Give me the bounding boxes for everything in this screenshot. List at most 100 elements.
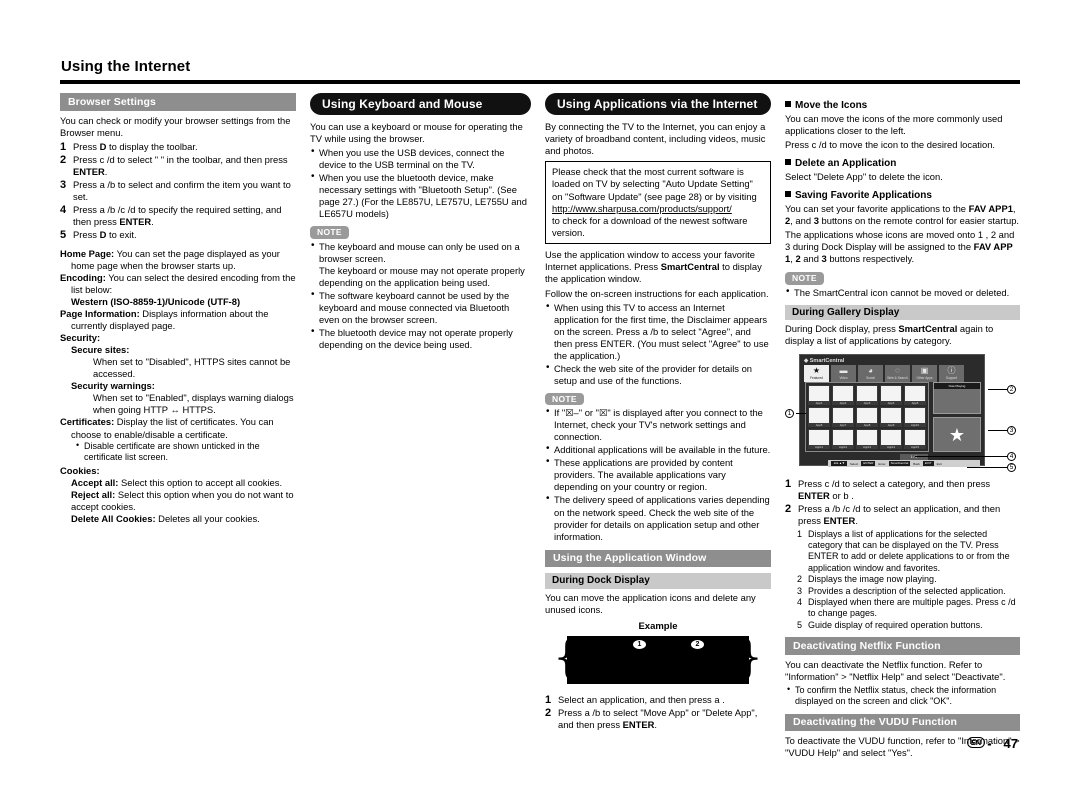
app-cell[interactable]: App8 <box>856 407 878 428</box>
substep-text: Provides a description of the selected a… <box>808 585 1006 596</box>
app-cell[interactable]: App11 <box>808 429 830 450</box>
info-icon: ⓘ <box>947 366 956 376</box>
app-cell[interactable]: App6 <box>808 407 830 428</box>
tab-featured[interactable]: ★ Featured <box>804 365 829 383</box>
app-thumbnail <box>857 386 877 402</box>
subheading-during-dock-display: During Dock Display <box>545 573 771 589</box>
app-thumbnail <box>833 430 853 446</box>
gallery-substep: 5 Guide display of required operation but… <box>797 620 1020 631</box>
substep-number: 2 <box>797 574 803 585</box>
tab-label: Support <box>945 376 958 381</box>
app-cell[interactable]: App5 <box>904 385 926 406</box>
step-text: Press a /b /c /d to select an applicatio… <box>798 503 1001 527</box>
figure-callout-1: 1 <box>785 408 794 419</box>
software-update-box: Please check that the most current softw… <box>545 161 771 245</box>
guide-label: Select <box>849 461 859 466</box>
saving-fav-body-2: The applications whose icons are moved o… <box>785 229 1015 265</box>
app-label: App12 <box>838 445 848 450</box>
tab-web-search[interactable]: ◌ Web & Search <box>885 365 910 383</box>
guide-label: Exit <box>936 461 942 466</box>
secure-sites-desc: When set to "Disabled", HTTPS sites cann… <box>93 356 291 380</box>
label-cookies: Cookies: <box>60 464 100 476</box>
substep-text: Displays a list of applications for the … <box>808 528 1010 573</box>
tab-support[interactable]: ⓘ Support <box>939 365 964 383</box>
app-thumbnail <box>857 408 877 424</box>
tab-video[interactable]: ▬ Video <box>831 365 856 383</box>
app-cell[interactable]: App9 <box>880 407 902 428</box>
step-item: 4 Press a /b /c /d to specify the requir… <box>60 204 296 228</box>
keyboard-bullet: When you use the USB devices, connect th… <box>310 146 531 171</box>
page-title: Using the Internet <box>61 58 191 75</box>
tab-label: Web & Search <box>887 376 908 381</box>
support-url[interactable]: http://www.sharpusa.com/products/support… <box>552 203 764 215</box>
step-number: 2 <box>545 707 552 720</box>
step-text: Press a /b to select and confirm the ite… <box>73 179 291 203</box>
tab-label: Social <box>866 376 875 381</box>
substep-number: 4 <box>797 597 803 608</box>
dock-step-item: 1 Select an application, and then press … <box>545 694 771 707</box>
column-2: Using Keyboard and Mouse You can use a k… <box>310 93 545 352</box>
app-thumbnail <box>905 386 925 402</box>
note-item: If "☒–" or "☒" is displayed after you co… <box>545 406 771 443</box>
manual-page: Using the Internet Browser Settings You … <box>0 0 1080 793</box>
app-cell[interactable]: App7 <box>832 407 854 428</box>
app-cell[interactable]: App2 <box>832 385 854 406</box>
app-cell[interactable]: App12 <box>832 429 854 450</box>
step-item: 5 Press D to exit. <box>60 229 296 242</box>
section-heading-deactivating-netflix: Deactivating Netflix Function <box>785 637 1020 655</box>
app-label: App15 <box>910 445 920 450</box>
browser-settings-intro: You can check or modify your browser set… <box>60 114 291 138</box>
step-number: 5 <box>60 229 67 242</box>
smartcentral-gallery-figure: ◆ SmartCentral ★ Featured ▬ Video ◕ Soci <box>785 352 1020 474</box>
app-cell[interactable]: App15 <box>904 429 926 450</box>
tab-label: Other Apps <box>916 376 933 381</box>
app-cell[interactable]: App4 <box>880 385 902 406</box>
tv-icon: ▬ <box>839 366 848 376</box>
app-thumbnail <box>881 408 901 424</box>
certificates-note: Disable certificate are shown unticked i… <box>74 440 296 464</box>
gallery-step-item: 1 Press c /d to select a category, and t… <box>785 478 1020 502</box>
note-item: These applications are provided by conte… <box>545 456 771 493</box>
tab-other-apps[interactable]: ▣ Other Apps <box>912 365 937 383</box>
app-cell[interactable]: App10 <box>904 407 926 428</box>
step-number: 2 <box>60 154 67 167</box>
substep-text: Guide display of required operation butt… <box>808 619 983 630</box>
app-cell[interactable]: App14 <box>880 429 902 450</box>
tab-label: Featured <box>810 376 823 381</box>
step-text: Press c /d to select a category, and the… <box>798 478 991 502</box>
app-label: App7 <box>839 423 847 428</box>
column-layout: Browser Settings You can check or modify… <box>60 93 1020 761</box>
app-thumbnail <box>857 430 877 446</box>
app-cell[interactable]: App13 <box>856 429 878 450</box>
tab-social[interactable]: ◕ Social <box>858 365 883 383</box>
section-heading-keyboard-mouse: Using Keyboard and Mouse <box>310 93 531 115</box>
operation-guide-bar: ◄►▲▼ Select ENTER Enter SmartCentral Back E… <box>828 460 980 468</box>
figure-callout-2: 2 <box>1007 384 1016 395</box>
now-playing-panel: Now Playing <box>933 382 981 415</box>
app-label: App8 <box>863 423 871 428</box>
app-label: App1 <box>815 401 823 406</box>
substep-number: 5 <box>797 619 803 630</box>
move-icons-body: You can move the icons of the more commo… <box>785 113 1003 137</box>
app-thumbnail <box>905 430 925 446</box>
section-heading-applications-internet: Using Applications via the Internet <box>545 93 771 115</box>
app-cell[interactable]: App3 <box>856 385 878 406</box>
smartcentral-screen: ◆ SmartCentral ★ Featured ▬ Video ◕ Soci <box>799 354 985 468</box>
step-number: 1 <box>545 693 552 706</box>
step-text: Press a /b /c /d to specify the required… <box>73 204 282 228</box>
social-icon: ◕ <box>868 366 873 376</box>
browser-settings-steps: 1 Press D to display the toolbar. 2 Pres… <box>60 141 296 242</box>
box-line-2: on "Software Update" (see page 28) or by… <box>552 190 757 202</box>
step-text: Press D to display the toolbar. <box>73 140 198 152</box>
page-footer: EN -47 <box>966 736 1018 751</box>
app-label: App9 <box>887 423 895 428</box>
term-encoding: Encoding: You can select the desired enc… <box>60 272 296 296</box>
step-number: 1 <box>60 140 67 153</box>
app-thumbnail <box>833 386 853 402</box>
dock-bar <box>567 635 749 684</box>
column-1: Browser Settings You can check or modify… <box>60 93 310 525</box>
substep-text: Displayed when there are multiple pages.… <box>808 597 1016 619</box>
column-4: Move the Icons You can move the icons of… <box>785 93 1020 761</box>
app-cell[interactable]: App1 <box>808 385 830 406</box>
step-number: 3 <box>60 179 67 192</box>
